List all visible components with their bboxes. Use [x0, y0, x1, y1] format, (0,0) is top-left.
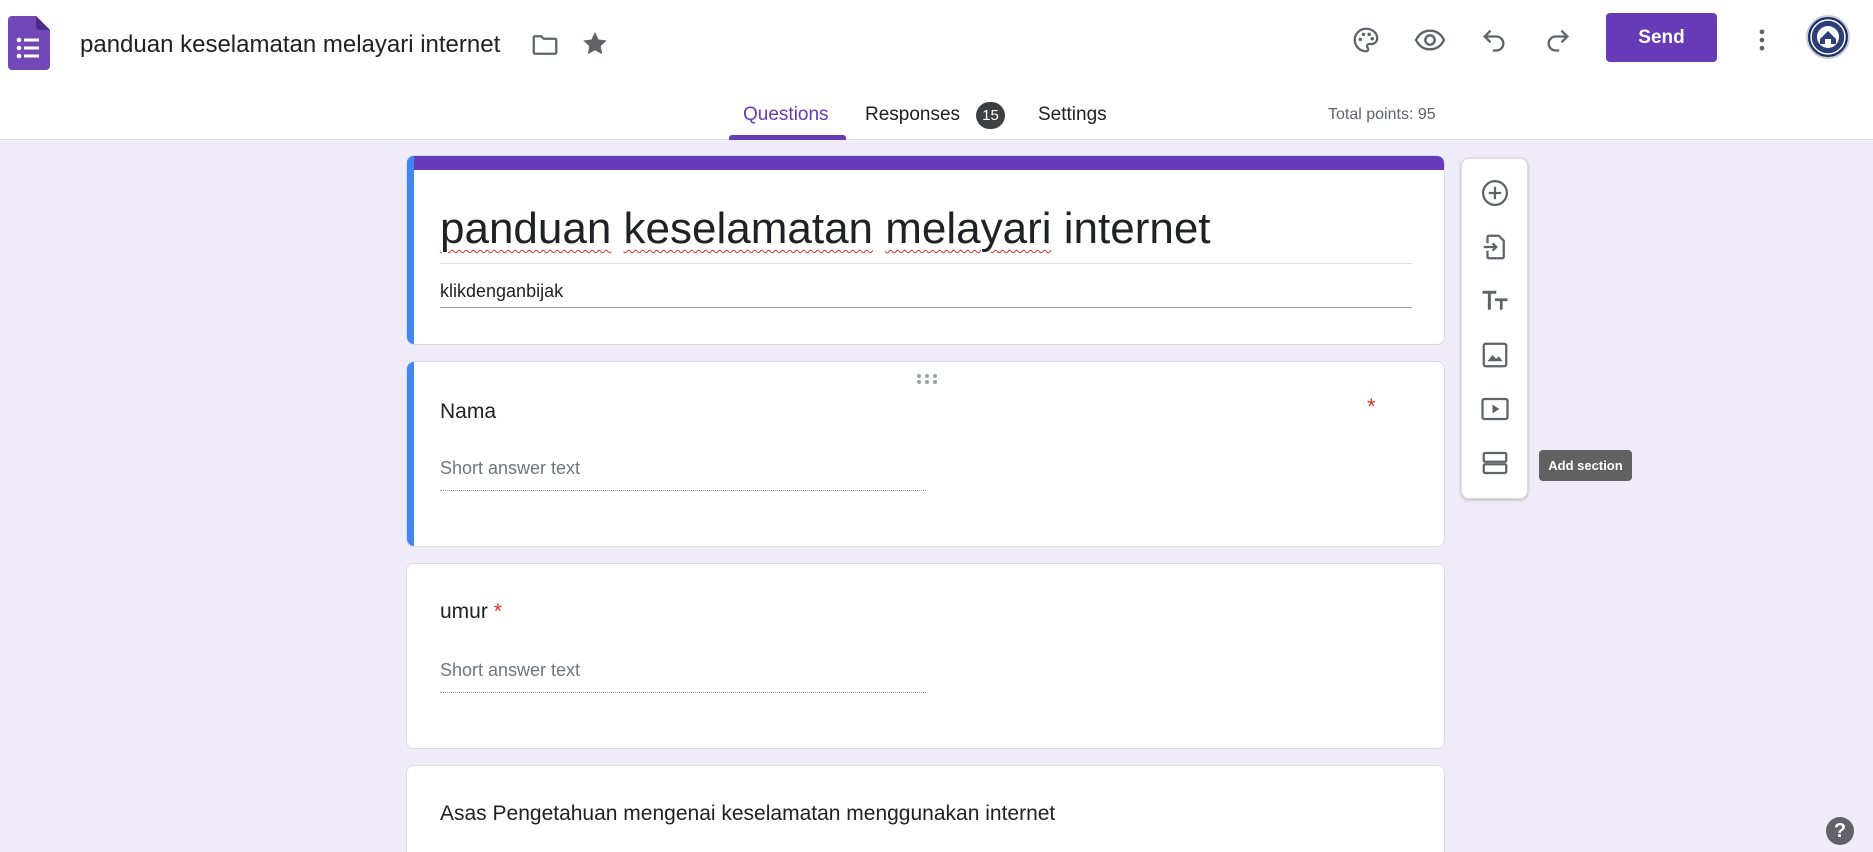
- question-title[interactable]: umur *: [440, 600, 502, 624]
- folder-icon[interactable]: [530, 30, 560, 60]
- undo-icon[interactable]: [1474, 20, 1514, 60]
- drag-handle-icon[interactable]: [915, 372, 939, 386]
- answer-underline: [440, 490, 926, 491]
- more-vert-icon[interactable]: [1742, 20, 1782, 60]
- title-text-icon: [1482, 290, 1508, 310]
- document-title[interactable]: panduan keselamatan melayari internet: [80, 31, 500, 59]
- eye-icon[interactable]: [1410, 20, 1450, 60]
- total-points: Total points: 95: [1328, 106, 1436, 123]
- import-questions-button[interactable]: [1478, 230, 1512, 264]
- question-title[interactable]: Nama: [440, 400, 496, 424]
- question-card[interactable]: umur * Short answer text: [406, 563, 1445, 749]
- tab-settings[interactable]: Settings: [1038, 104, 1107, 126]
- add-question-button[interactable]: [1478, 176, 1512, 210]
- short-answer-placeholder: Short answer text: [440, 660, 581, 680]
- title-divider: [440, 263, 1412, 264]
- palette-icon[interactable]: [1346, 20, 1386, 60]
- import-icon: [1483, 234, 1505, 260]
- required-marker: *: [1367, 394, 1376, 419]
- question-card[interactable]: Nama * Short answer text: [406, 361, 1445, 547]
- add-image-button[interactable]: [1478, 338, 1512, 372]
- question-title[interactable]: Asas Pengetahuan mengenai keselamatan me…: [440, 802, 1055, 826]
- add-circle-icon: [1482, 180, 1508, 206]
- send-button[interactable]: Send: [1606, 13, 1717, 62]
- section-icon: [1482, 451, 1508, 475]
- form-title[interactable]: panduan keselamatan melayari internet: [440, 204, 1211, 254]
- focus-indicator: [407, 156, 414, 344]
- add-section-tooltip: Add section: [1539, 450, 1632, 481]
- question-card[interactable]: Asas Pengetahuan mengenai keselamatan me…: [406, 765, 1445, 852]
- add-section-button[interactable]: [1478, 446, 1512, 480]
- tab-questions[interactable]: Questions: [743, 104, 829, 126]
- form-header-card[interactable]: panduan keselamatan melayari internet kl…: [406, 155, 1445, 345]
- tab-active-indicator: [729, 135, 846, 140]
- top-bar: panduan keselamatan melayari internet Se…: [0, 0, 1873, 140]
- responses-count-badge: 15: [976, 102, 1005, 129]
- floating-toolbar: [1461, 158, 1528, 499]
- redo-icon[interactable]: [1538, 20, 1578, 60]
- short-answer-placeholder: Short answer text: [440, 458, 581, 478]
- star-icon[interactable]: [579, 28, 611, 60]
- avatar[interactable]: [1806, 15, 1850, 59]
- image-icon: [1482, 342, 1508, 368]
- focus-indicator: [407, 362, 414, 546]
- add-title-button[interactable]: [1478, 284, 1512, 318]
- help-icon[interactable]: ?: [1826, 817, 1854, 845]
- video-icon: [1481, 397, 1509, 421]
- form-description[interactable]: klikdenganbijak: [440, 281, 563, 302]
- add-video-button[interactable]: [1478, 392, 1512, 426]
- required-marker: *: [493, 600, 502, 623]
- answer-underline: [440, 692, 926, 693]
- description-underline: [440, 307, 1412, 308]
- tab-responses[interactable]: Responses: [865, 104, 960, 126]
- theme-strip: [407, 156, 1444, 170]
- forms-logo-icon[interactable]: [8, 16, 50, 70]
